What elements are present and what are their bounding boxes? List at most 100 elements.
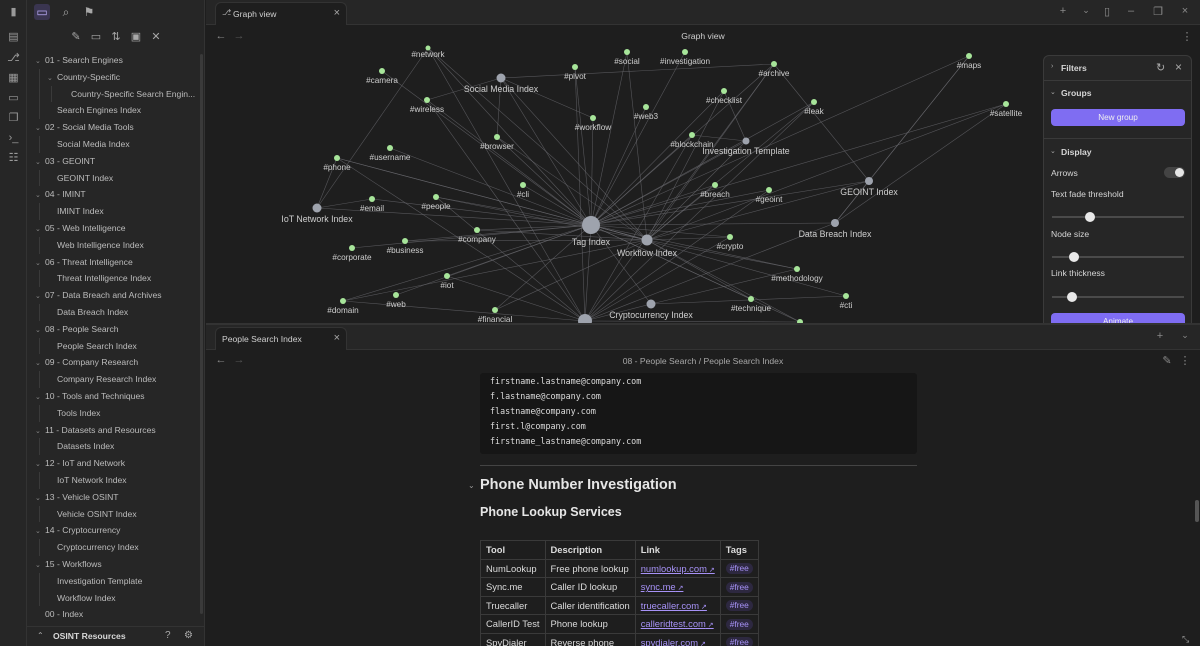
folder-item[interactable]: ⌄ 05 - Web Intelligence <box>35 220 197 236</box>
file-item[interactable]: Investigation Template <box>47 573 197 589</box>
graph-tag-node[interactable] <box>387 145 393 151</box>
graph-tag-node[interactable] <box>643 104 649 110</box>
folder-item[interactable]: ⌄ 09 - Company Research <box>35 354 197 370</box>
sidebar-scrollbar[interactable] <box>200 54 203 614</box>
file-item[interactable]: Threat Intelligence Index <box>47 270 197 286</box>
graph-tag-node[interactable] <box>444 273 450 279</box>
graph-tag-node[interactable] <box>492 307 498 313</box>
graph-tag-node[interactable] <box>682 49 688 55</box>
file-item[interactable]: Tools Index <box>47 405 197 421</box>
tab-graph-view[interactable]: ⎇ Graph view × <box>215 2 347 25</box>
graph-tag-node[interactable] <box>689 132 695 138</box>
graph-tag-node[interactable] <box>624 49 630 55</box>
graph-tag-node[interactable] <box>349 245 355 251</box>
new-note-icon[interactable]: ✎ <box>69 30 83 44</box>
link-cell[interactable]: numlookup.com ↗ <box>634 558 721 578</box>
graph-tag-node[interactable] <box>494 134 500 140</box>
graph-tag-node[interactable] <box>572 64 578 70</box>
folder-chevron-icon[interactable]: ⌄ <box>35 256 45 270</box>
file-item[interactable]: Workflow Index <box>47 590 197 606</box>
folder-item[interactable]: ⌄ 15 - Workflows <box>35 556 197 572</box>
folder-chevron-icon[interactable]: ⌄ <box>35 54 45 68</box>
tab-list-chevron-icon[interactable]: ⌄ <box>1079 5 1093 16</box>
graph-note-node[interactable] <box>742 137 750 145</box>
folder-item[interactable]: ⌄ Country-Specific <box>47 69 197 85</box>
graph-tag-node[interactable] <box>340 298 346 304</box>
tag-pill[interactable]: #free <box>725 563 753 575</box>
settings-gear-icon[interactable]: ⚙ <box>184 630 193 641</box>
folder-chevron-icon[interactable]: ⌄ <box>35 188 45 202</box>
link-cell[interactable]: spydialer.com ↗ <box>634 632 721 646</box>
graph-tag-node[interactable] <box>771 61 777 67</box>
folder-item[interactable]: ⌄ 12 - IoT and Network <box>35 455 197 471</box>
graph-tag-node[interactable] <box>369 196 375 202</box>
minimize-icon[interactable]: – <box>1124 5 1138 17</box>
groups-section[interactable]: Groups <box>1061 88 1092 98</box>
close-tab-icon[interactable]: × <box>334 7 340 19</box>
calendar-icon[interactable]: ▭ <box>6 91 21 106</box>
bookmark-icon[interactable]: ⚑ <box>81 4 97 20</box>
canvas-icon[interactable]: ▦ <box>6 71 21 86</box>
file-item[interactable]: Company Research Index <box>47 371 197 387</box>
file-item[interactable]: Social Media Index <box>47 136 197 152</box>
file-item[interactable]: IoT Network Index <box>47 472 197 488</box>
right-sidebar-toggle-icon[interactable]: ▯ <box>1100 5 1114 18</box>
graph-tag-node[interactable] <box>966 53 972 59</box>
tag-pill[interactable]: #free <box>725 637 753 646</box>
toggle-sidebar-icon[interactable]: ▮ <box>6 5 21 20</box>
vault-switcher[interactable]: ⌃ OSINT Resources ? ⚙ <box>27 626 205 646</box>
folder-item[interactable]: ⌄ 11 - Datasets and Resources <box>35 422 197 438</box>
graph-tag-node[interactable] <box>811 99 817 105</box>
graph-note-node[interactable] <box>496 73 506 83</box>
slider-knob[interactable] <box>1084 212 1095 222</box>
restore-icon[interactable]: ❐ <box>1151 5 1165 18</box>
link-cell[interactable]: truecaller.com ↗ <box>634 595 721 615</box>
graph-tag-node[interactable] <box>334 155 340 161</box>
folder-item[interactable]: ⌄ 04 - IMINT <box>35 186 197 202</box>
collapse-icon[interactable]: ▣ <box>129 30 143 44</box>
graph-tag-node[interactable] <box>402 238 408 244</box>
file-item[interactable]: Web Intelligence Index <box>47 237 197 253</box>
graph-note-node[interactable] <box>312 203 322 213</box>
display-section[interactable]: Display <box>1061 147 1092 157</box>
tag-pill[interactable]: #free <box>725 600 753 612</box>
filters-title[interactable]: Filters <box>1061 63 1087 73</box>
graph-tag-node[interactable] <box>393 292 399 298</box>
terminal-icon[interactable]: ›_ <box>6 131 21 146</box>
link-thickness-slider[interactable] <box>1052 292 1184 302</box>
file-item[interactable]: GEOINT Index <box>47 170 197 186</box>
graph-icon[interactable]: ⎇ <box>6 51 21 66</box>
graph-tag-node[interactable] <box>590 115 596 121</box>
graph-tag-node[interactable] <box>843 293 849 299</box>
file-item[interactable]: 00 - Index <box>35 606 197 622</box>
folder-chevron-icon[interactable]: ⌄ <box>35 155 45 169</box>
folder-icon[interactable]: ▭ <box>34 4 50 20</box>
resize-grip-icon[interactable]: ⤡ <box>1182 634 1189 645</box>
external-link[interactable]: truecaller.com <box>641 600 699 611</box>
window-close-icon[interactable]: × <box>1178 5 1192 17</box>
folder-chevron-icon[interactable]: ⌄ <box>35 424 45 438</box>
graph-tag-node[interactable] <box>721 88 727 94</box>
filters-chevron-icon[interactable]: › <box>1051 63 1053 70</box>
folder-chevron-icon[interactable]: ⌄ <box>35 356 45 370</box>
sort-icon[interactable]: ⇅ <box>109 30 123 44</box>
folder-item[interactable]: ⌄ 08 - People Search <box>35 321 197 337</box>
link-cell[interactable]: sync.me ↗ <box>634 577 721 597</box>
file-item[interactable]: IMINT Index <box>47 203 197 219</box>
node-size-slider[interactable] <box>1052 252 1184 262</box>
templates-icon[interactable]: ☷ <box>6 151 21 166</box>
graph-tag-node[interactable] <box>727 234 733 240</box>
folder-chevron-icon[interactable]: ⌄ <box>35 390 45 404</box>
folder-item[interactable]: ⌄ 01 - Search Engines <box>35 52 197 68</box>
new-tab-icon[interactable]: + <box>1056 5 1070 17</box>
close-tab-icon[interactable]: × <box>334 332 340 344</box>
help-icon[interactable]: ? <box>165 630 171 641</box>
folder-chevron-icon[interactable]: ⌄ <box>35 491 45 505</box>
file-item[interactable]: Data Breach Index <box>47 304 197 320</box>
close-filters-icon[interactable]: × <box>1175 60 1182 74</box>
graph-note-node[interactable] <box>865 177 873 185</box>
new-tab-icon[interactable]: + <box>1153 330 1167 342</box>
folder-item[interactable]: ⌄ 13 - Vehicle OSINT <box>35 489 197 505</box>
file-item[interactable]: Search Engines Index <box>47 102 197 118</box>
more-options-icon[interactable]: ⋮ <box>1178 354 1192 367</box>
